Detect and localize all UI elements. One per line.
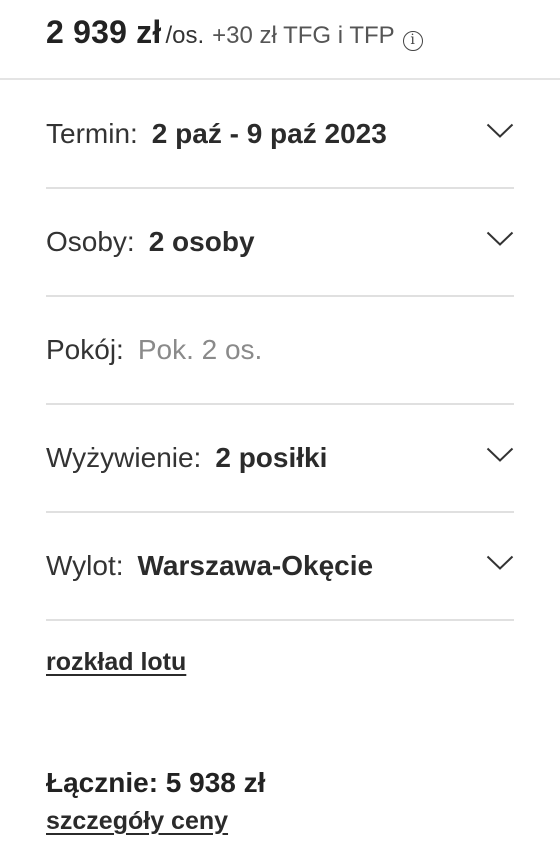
departure-label: Wylot: xyxy=(46,550,124,581)
persons-value: 2 osoby xyxy=(148,226,255,257)
room-value: Pok. 2 os. xyxy=(137,334,263,365)
chevron-down-icon[interactable] xyxy=(486,123,514,139)
chevron-down-icon[interactable] xyxy=(486,447,514,463)
price-header: 2 939 zł /os. +30 zł TFG i TFP i xyxy=(0,0,560,80)
info-circle-icon[interactable]: i xyxy=(402,31,423,51)
term-label: Termin: xyxy=(46,118,138,149)
option-row-board[interactable]: Wyżywienie: 2 posiłki xyxy=(46,405,514,513)
chevron-down-icon[interactable] xyxy=(486,555,514,571)
total-price: Łącznie: 5 938 zł xyxy=(46,767,266,798)
room-label: Pokój: xyxy=(46,334,124,365)
per-person-suffix: /os. xyxy=(165,22,205,49)
option-row-persons[interactable]: Osoby: 2 osoby xyxy=(46,189,514,297)
flight-schedule-link[interactable]: rozkład lotu xyxy=(46,648,186,677)
price-line: 2 939 zł /os. +30 zł TFG i TFP i xyxy=(46,14,423,51)
persons-label: Osoby: xyxy=(46,226,135,257)
term-value: 2 paź - 9 paź 2023 xyxy=(151,118,387,149)
departure-value: Warszawa-Okęcie xyxy=(137,550,374,581)
extra-fee-text: +30 zł TFG i TFP xyxy=(212,22,395,49)
chevron-down-icon[interactable] xyxy=(486,231,514,247)
option-row-departure[interactable]: Wylot: Warszawa-Okęcie xyxy=(46,513,514,621)
price-details-link[interactable]: szczegóły ceny xyxy=(46,807,228,836)
booking-options: Termin: 2 paź - 9 paź 2023 Osoby: 2 osob… xyxy=(46,81,514,621)
option-row-room: Pokój: Pok. 2 os. xyxy=(46,297,514,405)
board-label: Wyżywienie: xyxy=(46,442,202,473)
board-value: 2 posiłki xyxy=(215,442,328,473)
option-row-term[interactable]: Termin: 2 paź - 9 paź 2023 xyxy=(46,81,514,189)
price-per-person: 2 939 zł xyxy=(46,14,162,50)
